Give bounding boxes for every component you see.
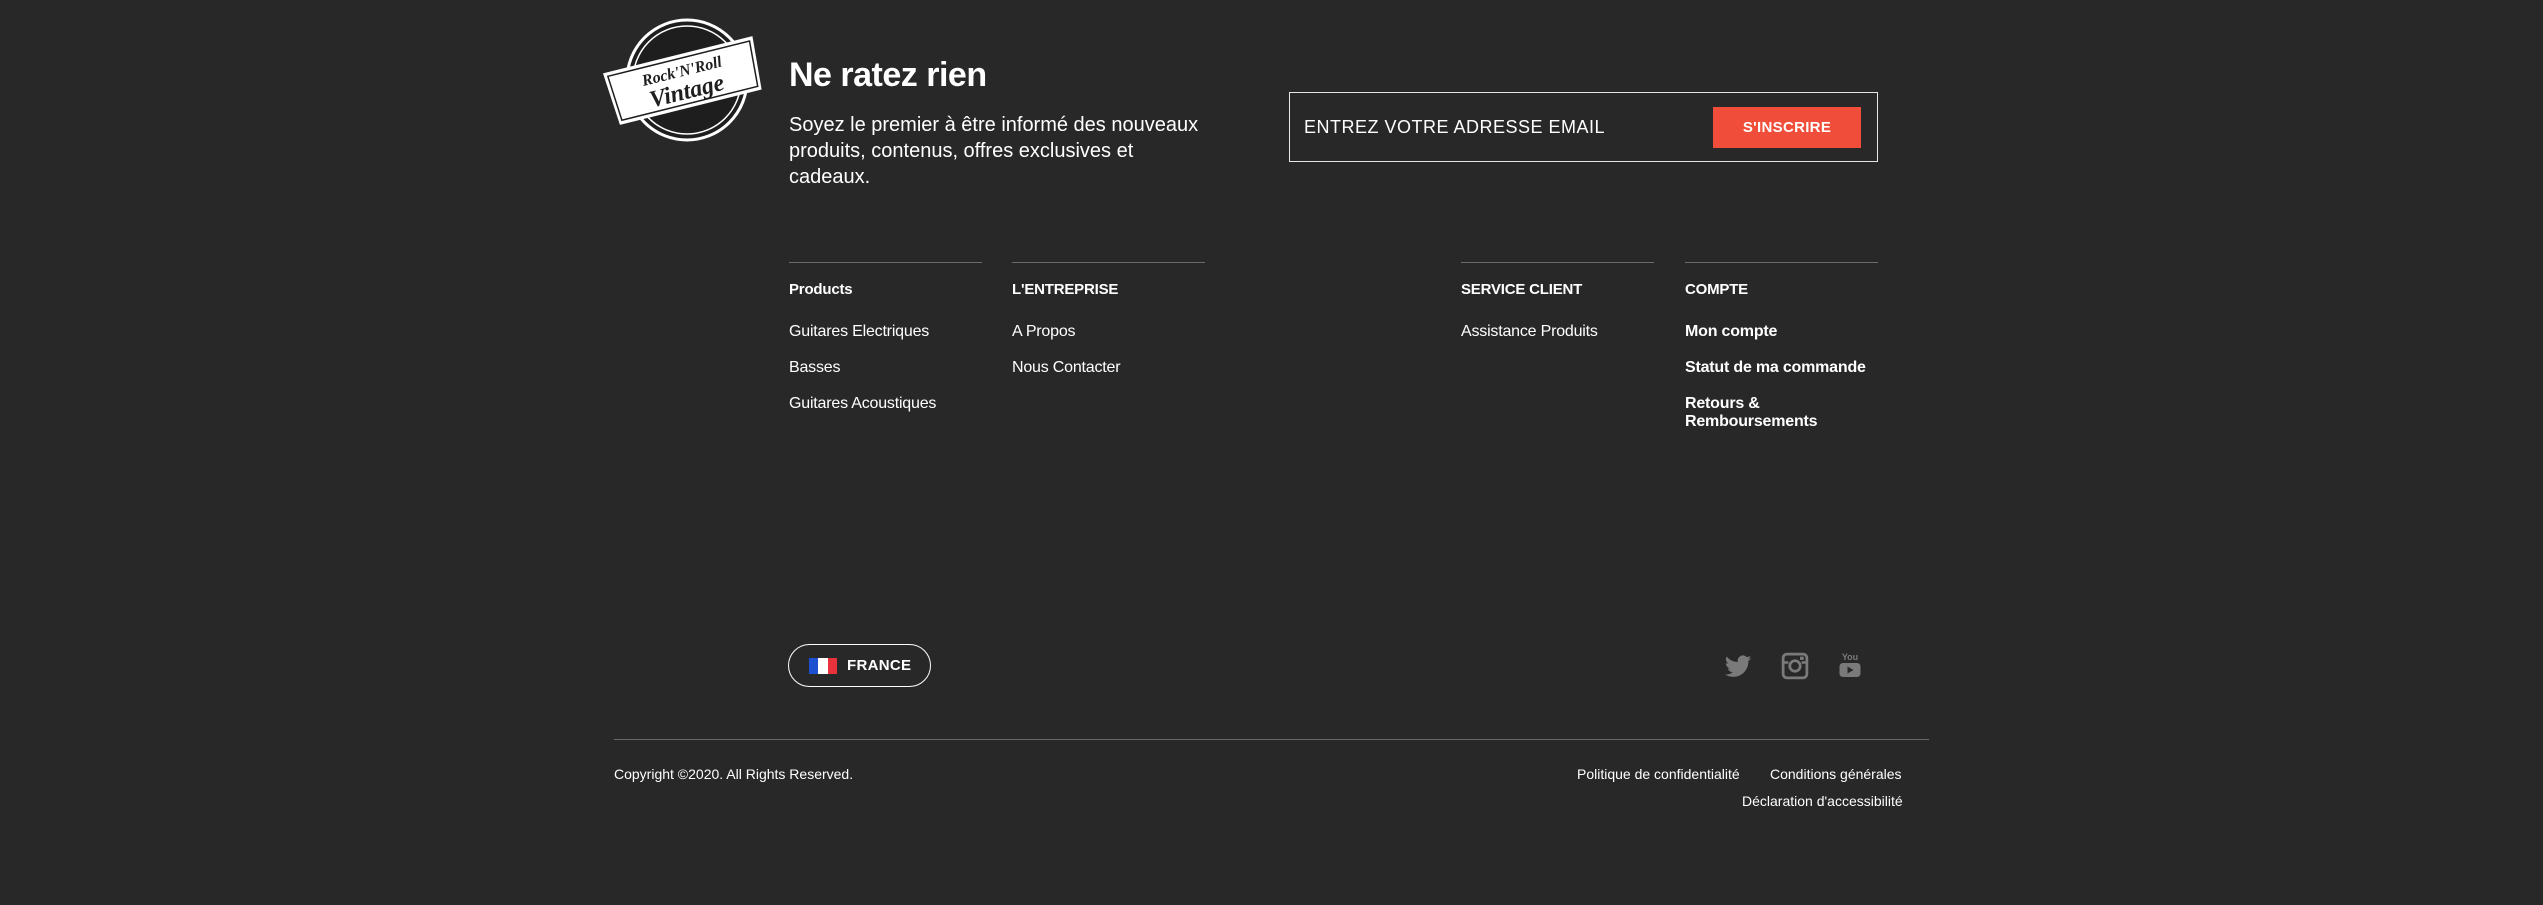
footer-column-account: COMPTE Mon compte Statut de ma commande … xyxy=(1685,262,1878,431)
rock-n-roll-vintage-logo[interactable]: Rock'N'Roll Vintage xyxy=(601,16,767,144)
footer-heading-company: L'ENTREPRISE xyxy=(1012,281,1119,298)
instagram-icon[interactable] xyxy=(1780,651,1810,681)
footer-heading-products: Products xyxy=(789,281,853,298)
youtube-you-text: You xyxy=(1842,652,1858,662)
footer-link-contact[interactable]: Nous Contacter xyxy=(1012,359,1121,376)
footer-link-acoustic-guitars[interactable]: Guitares Acoustiques xyxy=(789,395,936,412)
footer-link-returns-refunds[interactable]: Retours & Remboursements xyxy=(1685,395,1818,430)
newsletter-description: Soyez le premier à être informé des nouv… xyxy=(789,114,1199,188)
accessibility-statement-link[interactable]: Déclaration d'accessibilité xyxy=(1742,793,1903,809)
footer-divider xyxy=(614,739,1929,740)
subscribe-button[interactable]: S'INSCRIRE xyxy=(1713,107,1861,148)
copyright-text: Copyright ©2020. All Rights Reserved. xyxy=(614,766,854,782)
footer-heading-account: COMPTE xyxy=(1685,281,1748,298)
footer-link-my-account[interactable]: Mon compte xyxy=(1685,323,1777,340)
footer-link-order-status[interactable]: Statut de ma commande xyxy=(1685,359,1866,376)
country-label: FRANCE xyxy=(847,657,912,674)
footer-column-customer-service: SERVICE CLIENT Assistance Produits xyxy=(1461,262,1654,359)
terms-conditions-link[interactable]: Conditions générales xyxy=(1770,766,1902,782)
twitter-icon[interactable] xyxy=(1723,651,1753,681)
footer-link-electric-guitars[interactable]: Guitares Electriques xyxy=(789,323,929,340)
footer-link-basses[interactable]: Basses xyxy=(789,359,840,376)
footer-heading-customer-service: SERVICE CLIENT xyxy=(1461,281,1583,298)
youtube-icon[interactable]: You xyxy=(1835,651,1865,681)
email-input[interactable] xyxy=(1304,111,1704,143)
footer-column-products: Products Guitares Electriques Basses Gui… xyxy=(789,262,982,431)
footer-link-about[interactable]: A Propos xyxy=(1012,323,1076,340)
france-flag-icon xyxy=(809,657,837,674)
footer-column-company: L'ENTREPRISE A Propos Nous Contacter xyxy=(1012,262,1205,395)
footer-link-product-support[interactable]: Assistance Produits xyxy=(1461,323,1598,340)
country-selector-button[interactable]: FRANCE xyxy=(788,644,931,687)
newsletter-title: Ne ratez rien xyxy=(789,56,987,94)
privacy-policy-link[interactable]: Politique de confidentialité xyxy=(1577,766,1740,782)
newsletter-signup-form: S'INSCRIRE xyxy=(1289,92,1878,162)
